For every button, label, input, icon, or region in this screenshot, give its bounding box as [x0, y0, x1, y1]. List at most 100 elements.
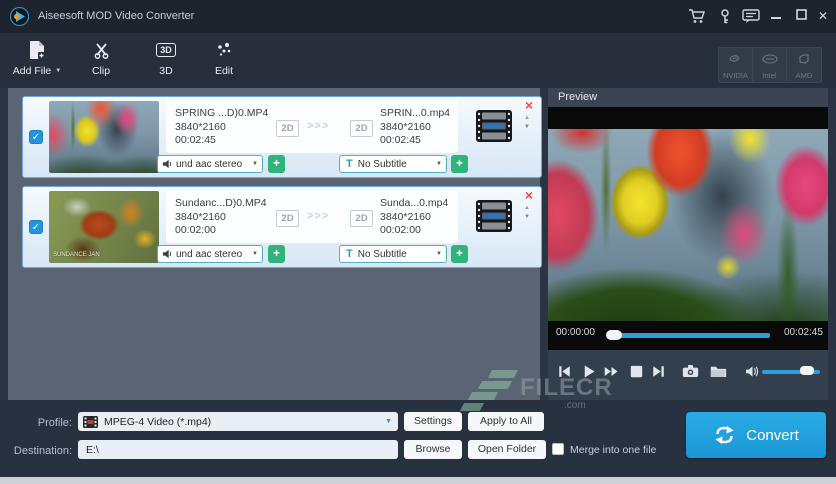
speaker-icon	[162, 249, 171, 259]
volume-icon[interactable]	[742, 362, 762, 380]
row2-target-name: Sunda...0.mp4	[380, 197, 449, 209]
convert-button[interactable]: Convert	[686, 412, 826, 458]
row1-add-subtitle-button[interactable]: +	[451, 155, 468, 173]
row2-move-up-button[interactable]: ▲	[524, 205, 530, 211]
row2-add-audio-button[interactable]: +	[268, 245, 285, 263]
add-file-icon	[6, 38, 68, 62]
previous-frame-button[interactable]	[554, 362, 574, 380]
profile-caret-icon: ▼	[385, 418, 392, 425]
clip-scissors-icon	[81, 38, 121, 62]
profile-select[interactable]: MPEG-4 Video (*.mp4) ▼	[78, 412, 398, 431]
open-folder-button[interactable]: Open Folder	[468, 440, 546, 459]
snapshot-camera-button[interactable]	[680, 362, 700, 380]
convert-label: Convert	[746, 426, 799, 444]
row1-subtitle-select[interactable]: T No Subtitle ▼	[339, 155, 447, 173]
minimize-button[interactable]	[768, 8, 784, 24]
row1-checkbox[interactable]: ✓	[29, 130, 43, 144]
browse-button[interactable]: Browse	[404, 440, 462, 459]
titlebar: Aiseesoft MOD Video Converter ✕	[0, 0, 836, 33]
gpu-intel-button[interactable]: Intel	[753, 48, 787, 82]
convert-arrows-icon	[715, 426, 734, 444]
profile-value: MPEG-4 Video (*.mp4)	[104, 415, 212, 428]
add-file-button[interactable]: Add File ▼	[6, 38, 68, 84]
edit-button[interactable]: Edit	[204, 38, 244, 84]
seek-bar[interactable]	[610, 333, 770, 338]
row2-add-subtitle-button[interactable]: +	[451, 245, 468, 263]
gpu-amd-button[interactable]: AMD	[787, 48, 821, 82]
destination-input[interactable]: E:\	[78, 440, 398, 459]
row2-subtitle-select[interactable]: T No Subtitle ▼	[339, 245, 447, 263]
row1-audio-track-value: und aac stereo	[176, 158, 243, 170]
row1-move-down-button[interactable]: ▼	[524, 124, 530, 130]
row1-convert-arrows-icon: >>>	[307, 120, 330, 132]
add-file-caret-icon[interactable]: ▼	[55, 68, 61, 74]
row2-subtitle-caret-icon: ▼	[436, 251, 442, 257]
fast-forward-button[interactable]	[601, 362, 621, 380]
row1-target-dim-badge: 2D	[350, 120, 373, 137]
destination-label: Destination:	[13, 445, 72, 457]
profile-label: Profile:	[37, 417, 72, 429]
row2-convert-arrows-icon: >>>	[307, 210, 330, 222]
row2-thumbnail: SUNDANCE JAN	[49, 191, 159, 263]
row2-subtitle-value: No Subtitle	[357, 248, 407, 260]
row1-target-resolution: 3840*2160	[380, 120, 431, 133]
row2-remove-button[interactable]: ×	[521, 188, 537, 202]
window-title: Aiseesoft MOD Video Converter	[38, 10, 195, 22]
feedback-icon[interactable]	[742, 9, 760, 24]
cart-icon[interactable]	[688, 9, 706, 24]
row2-thumbnail-caption: SUNDANCE JAN	[53, 252, 100, 258]
next-frame-button[interactable]	[648, 362, 668, 380]
row2-audio-track-select[interactable]: und aac stereo ▼	[157, 245, 263, 263]
file-row-2[interactable]: ✓ SUNDANCE JAN Sundanc...D)0.MP4 3840*21…	[22, 186, 542, 268]
row2-audio-track-value: und aac stereo	[176, 248, 243, 260]
register-key-icon[interactable]	[716, 9, 734, 24]
row1-add-audio-button[interactable]: +	[268, 155, 285, 173]
three-d-icon: 3D	[156, 43, 176, 57]
row1-source-dim-badge: 2D	[276, 120, 299, 137]
file-row-1[interactable]: ✓ SPRING ...D)0.MP4 3840*2160 00:02:45 2…	[22, 96, 542, 178]
total-time: 00:02:45	[784, 327, 823, 338]
three-d-label: 3D	[159, 65, 173, 77]
edit-sparkle-icon	[204, 38, 244, 62]
row1-subtitle-caret-icon: ▼	[436, 161, 442, 167]
row1-audio-track-select[interactable]: und aac stereo ▼	[157, 155, 263, 173]
row1-thumbnail	[49, 101, 159, 173]
current-time: 00:00:00	[556, 327, 595, 338]
row2-move-down-button[interactable]: ▼	[524, 214, 530, 220]
row2-checkbox[interactable]: ✓	[29, 220, 43, 234]
row2-source-name: Sundanc...D)0.MP4	[175, 197, 267, 209]
row1-remove-button[interactable]: ×	[521, 98, 537, 112]
maximize-button[interactable]	[793, 8, 809, 24]
toolbar: Add File ▼ Clip 3D 3D Edit NVIDIA Intel …	[0, 33, 836, 88]
three-d-button[interactable]: 3D 3D	[146, 38, 186, 84]
volume-handle[interactable]	[800, 366, 814, 375]
stop-button[interactable]	[626, 362, 646, 380]
apply-to-all-button[interactable]: Apply to All	[468, 412, 544, 431]
open-snapshot-folder-button[interactable]	[708, 362, 728, 380]
merge-label: Merge into one file	[570, 444, 657, 456]
add-file-label: Add File	[12, 65, 52, 77]
subtitle-t-icon: T	[346, 248, 353, 260]
row1-audio-caret-icon: ▼	[252, 161, 258, 167]
intel-icon	[761, 54, 778, 64]
row2-source-dim-badge: 2D	[276, 210, 299, 227]
destination-value: E:\	[86, 443, 99, 456]
amd-icon	[799, 54, 809, 64]
row2-info-box: Sundanc...D)0.MP4 3840*2160 00:02:00 2D …	[166, 191, 458, 243]
close-button[interactable]: ✕	[815, 8, 831, 24]
clip-label: Clip	[91, 65, 111, 77]
profile-format-icon	[83, 415, 98, 428]
row1-move-up-button[interactable]: ▲	[524, 115, 530, 121]
clip-button[interactable]: Clip	[81, 38, 121, 84]
merge-checkbox[interactable]	[552, 443, 564, 455]
gpu-nvidia-button[interactable]: NVIDIA	[719, 48, 753, 82]
edit-label: Edit	[214, 65, 234, 77]
row2-target-dim-badge: 2D	[350, 210, 373, 227]
play-button[interactable]	[578, 362, 598, 380]
row1-source-duration: 00:02:45	[175, 134, 216, 146]
row2-output-format-icon[interactable]	[475, 199, 513, 233]
row1-output-format-icon[interactable]	[475, 109, 513, 143]
seek-handle[interactable]	[606, 330, 622, 340]
settings-button[interactable]: Settings	[404, 412, 462, 431]
row2-source-resolution: 3840*2160	[175, 210, 226, 223]
